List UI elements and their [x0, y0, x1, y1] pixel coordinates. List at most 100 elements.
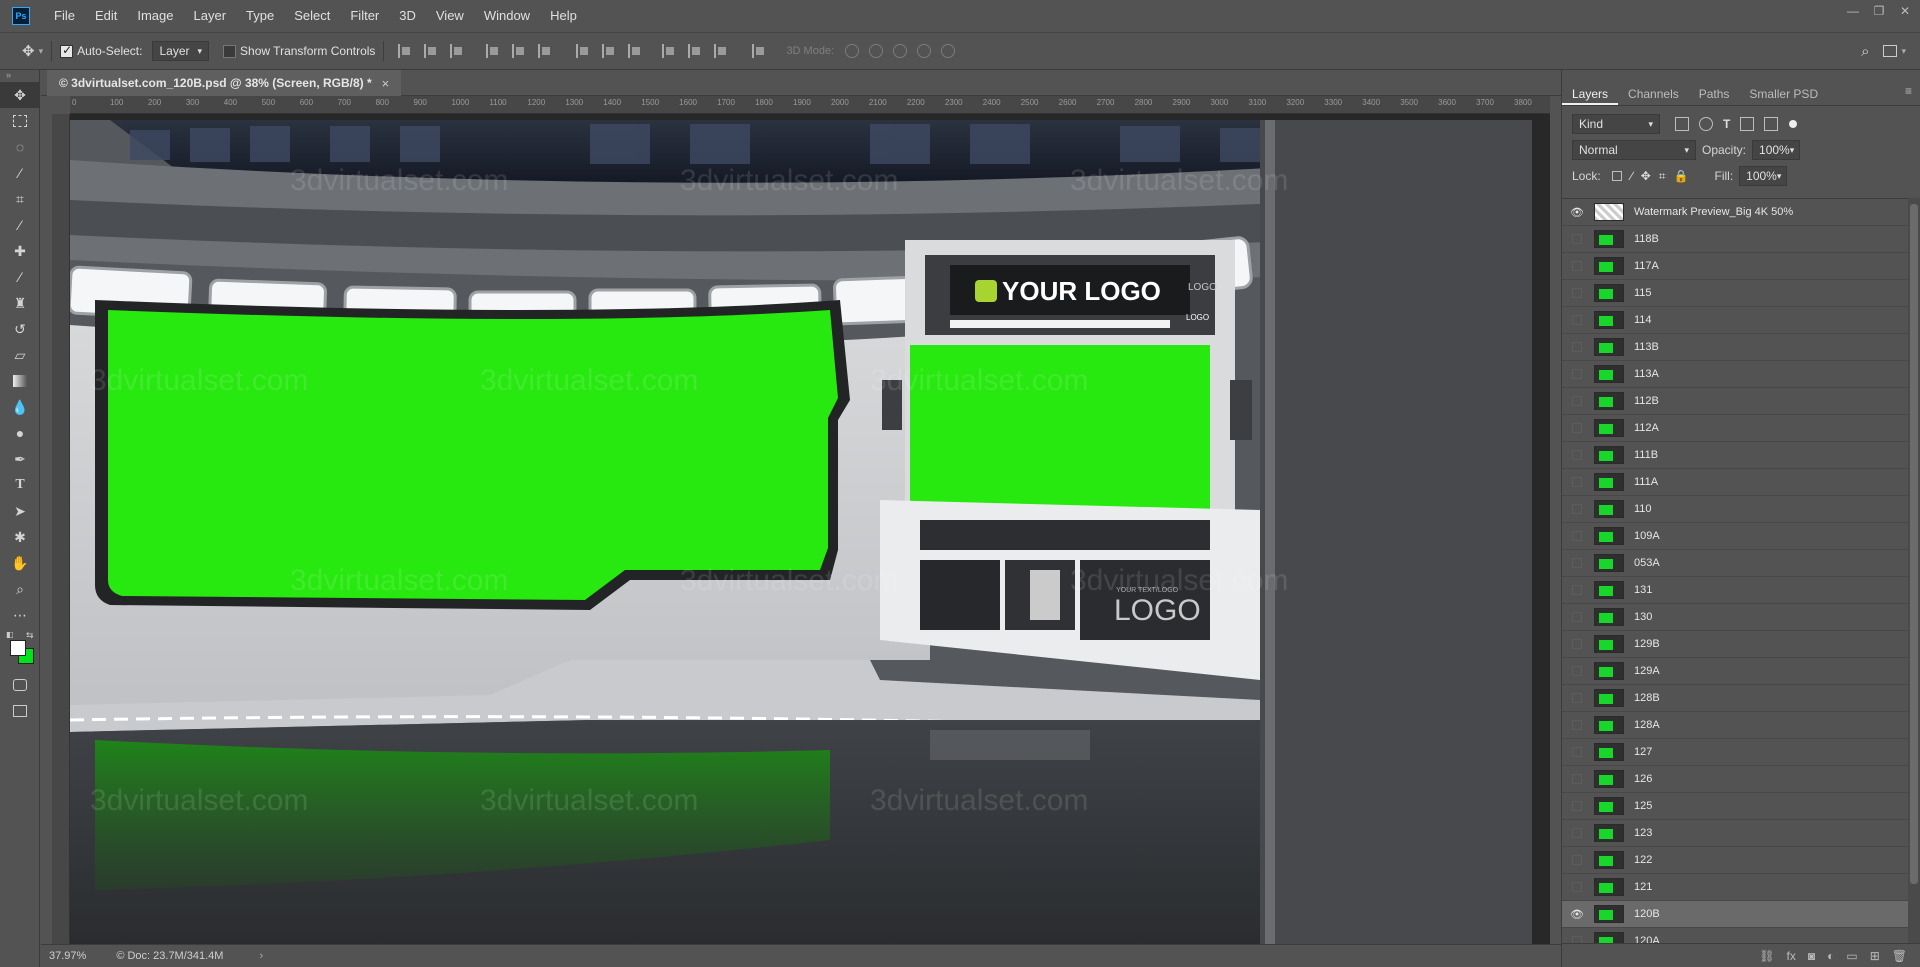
visibility-toggle[interactable]: [1562, 504, 1592, 514]
layer-row[interactable]: 128B: [1562, 685, 1909, 712]
magic-wand-tool[interactable]: ⁄: [0, 160, 40, 186]
blend-mode-dropdown[interactable]: Normal ▾: [1572, 140, 1696, 160]
zoom-tool[interactable]: ⌕: [0, 576, 40, 602]
marquee-tool[interactable]: [0, 108, 40, 134]
distribute-right-icon[interactable]: [714, 44, 728, 58]
shape-filter-icon[interactable]: [1740, 117, 1755, 131]
visibility-toggle[interactable]: [1562, 693, 1592, 703]
distribute-hcenter-icon[interactable]: [688, 44, 702, 58]
visibility-toggle[interactable]: [1562, 369, 1592, 379]
visibility-toggle[interactable]: [1562, 288, 1592, 298]
menu-filter[interactable]: Filter: [340, 0, 389, 32]
layer-row[interactable]: 123: [1562, 820, 1909, 847]
visibility-toggle[interactable]: [1562, 720, 1592, 730]
trash-icon[interactable]: 🗑: [1892, 949, 1907, 963]
lock-image-icon[interactable]: ∕: [1631, 169, 1633, 183]
layers-scrollbar[interactable]: [1908, 198, 1920, 943]
visibility-toggle[interactable]: [1562, 423, 1592, 433]
document-image[interactable]: YOUR LOGO LOGO LOGO YOUR TEXT/LOGO LOGO: [70, 120, 1532, 944]
visibility-toggle[interactable]: [1562, 936, 1592, 943]
layer-row[interactable]: 👁 Watermark Preview_Big 4K 50%: [1562, 199, 1909, 226]
quick-mask-icon[interactable]: [0, 672, 40, 698]
custom-shape-tool[interactable]: ✱: [0, 524, 40, 550]
menu-view[interactable]: View: [426, 0, 474, 32]
swap-colors-icon[interactable]: ⇆: [26, 630, 34, 641]
auto-align-icon[interactable]: [752, 44, 766, 58]
align-right-icon[interactable]: [538, 44, 552, 58]
visibility-toggle[interactable]: [1562, 342, 1592, 352]
move-tool[interactable]: ✥: [0, 82, 40, 108]
fill-input[interactable]: 100% ▾: [1739, 166, 1788, 186]
eye-icon[interactable]: 👁: [1562, 908, 1592, 921]
menu-window[interactable]: Window: [474, 0, 540, 32]
layer-row[interactable]: 118B: [1562, 226, 1909, 253]
distribute-left-icon[interactable]: [662, 44, 676, 58]
visibility-toggle[interactable]: [1562, 828, 1592, 838]
distribute-vcenter-icon[interactable]: [602, 44, 616, 58]
lock-all-icon[interactable]: 🔒: [1674, 169, 1689, 183]
align-top-icon[interactable]: [398, 44, 412, 58]
more-tools-icon[interactable]: ⋯: [0, 602, 40, 628]
mask-icon[interactable]: ◙: [1808, 949, 1815, 963]
path-selection-tool[interactable]: ➤: [0, 498, 40, 524]
minimize-button[interactable]: —: [1846, 4, 1860, 18]
layer-row[interactable]: 130: [1562, 604, 1909, 631]
layer-row[interactable]: 125: [1562, 793, 1909, 820]
tab-layers[interactable]: Layers: [1562, 83, 1619, 105]
horizontal-ruler[interactable]: 0 100 200 300 400 500 600 700 800 900 1000 1100 1200…: [70, 96, 1550, 114]
dodge-tool[interactable]: ●: [0, 420, 40, 446]
visibility-toggle[interactable]: [1562, 747, 1592, 757]
visibility-toggle[interactable]: [1562, 774, 1592, 784]
brush-tool[interactable]: ∕: [0, 264, 40, 290]
menu-edit[interactable]: Edit: [85, 0, 127, 32]
gradient-tool[interactable]: [0, 368, 40, 394]
screen-mode-icon[interactable]: [0, 698, 40, 724]
align-left-icon[interactable]: [486, 44, 500, 58]
restore-button[interactable]: ❐: [1872, 4, 1886, 18]
3d-pan-icon[interactable]: [893, 44, 908, 58]
tab-paths[interactable]: Paths: [1689, 83, 1740, 105]
tab-channels[interactable]: Channels: [1618, 83, 1689, 105]
layer-row[interactable]: 131: [1562, 577, 1909, 604]
visibility-toggle[interactable]: [1562, 639, 1592, 649]
blur-tool[interactable]: 💧: [0, 394, 40, 420]
layer-row[interactable]: 129A: [1562, 658, 1909, 685]
menu-help[interactable]: Help: [540, 0, 587, 32]
pixel-filter-icon[interactable]: [1675, 117, 1689, 131]
3d-orbit-icon[interactable]: [845, 44, 860, 58]
group-icon[interactable]: ▭: [1846, 949, 1857, 963]
visibility-toggle[interactable]: [1562, 531, 1592, 541]
eye-icon[interactable]: 👁: [1562, 206, 1592, 219]
layer-row[interactable]: 121: [1562, 874, 1909, 901]
menu-type[interactable]: Type: [236, 0, 284, 32]
visibility-toggle[interactable]: [1562, 666, 1592, 676]
eyedropper-tool[interactable]: ⁄: [0, 212, 40, 238]
align-hcenter-icon[interactable]: [512, 44, 526, 58]
menu-image[interactable]: Image: [127, 0, 183, 32]
layer-row[interactable]: 053A: [1562, 550, 1909, 577]
layer-row[interactable]: 111B: [1562, 442, 1909, 469]
default-colors-icon[interactable]: ◧: [6, 630, 14, 639]
visibility-toggle[interactable]: [1562, 396, 1592, 406]
visibility-toggle[interactable]: [1562, 801, 1592, 811]
scrollbar-thumb[interactable]: [1910, 204, 1918, 884]
history-brush-tool[interactable]: ↺: [0, 316, 40, 342]
layer-row[interactable]: 110: [1562, 496, 1909, 523]
lock-artboard-icon[interactable]: ⌗: [1659, 169, 1666, 184]
opacity-input[interactable]: 100% ▾: [1752, 140, 1801, 160]
menu-3d[interactable]: 3D: [389, 0, 426, 32]
layer-row[interactable]: 113B: [1562, 334, 1909, 361]
zoom-level[interactable]: 37.97%: [49, 950, 86, 962]
visibility-toggle[interactable]: [1562, 558, 1592, 568]
layer-row[interactable]: 126: [1562, 766, 1909, 793]
layer-row[interactable]: 128A: [1562, 712, 1909, 739]
menu-file[interactable]: File: [44, 0, 85, 32]
3d-roll-icon[interactable]: [869, 44, 884, 58]
3d-slide-icon[interactable]: [917, 44, 932, 58]
search-icon[interactable]: ⌕: [1861, 43, 1869, 60]
tool-preset-dropdown[interactable]: ▾: [39, 46, 44, 57]
link-icon[interactable]: ⛓: [1759, 949, 1774, 963]
layer-row[interactable]: 127: [1562, 739, 1909, 766]
adjustment-icon[interactable]: ◐: [1827, 949, 1834, 963]
lock-transparent-icon[interactable]: [1611, 171, 1622, 181]
